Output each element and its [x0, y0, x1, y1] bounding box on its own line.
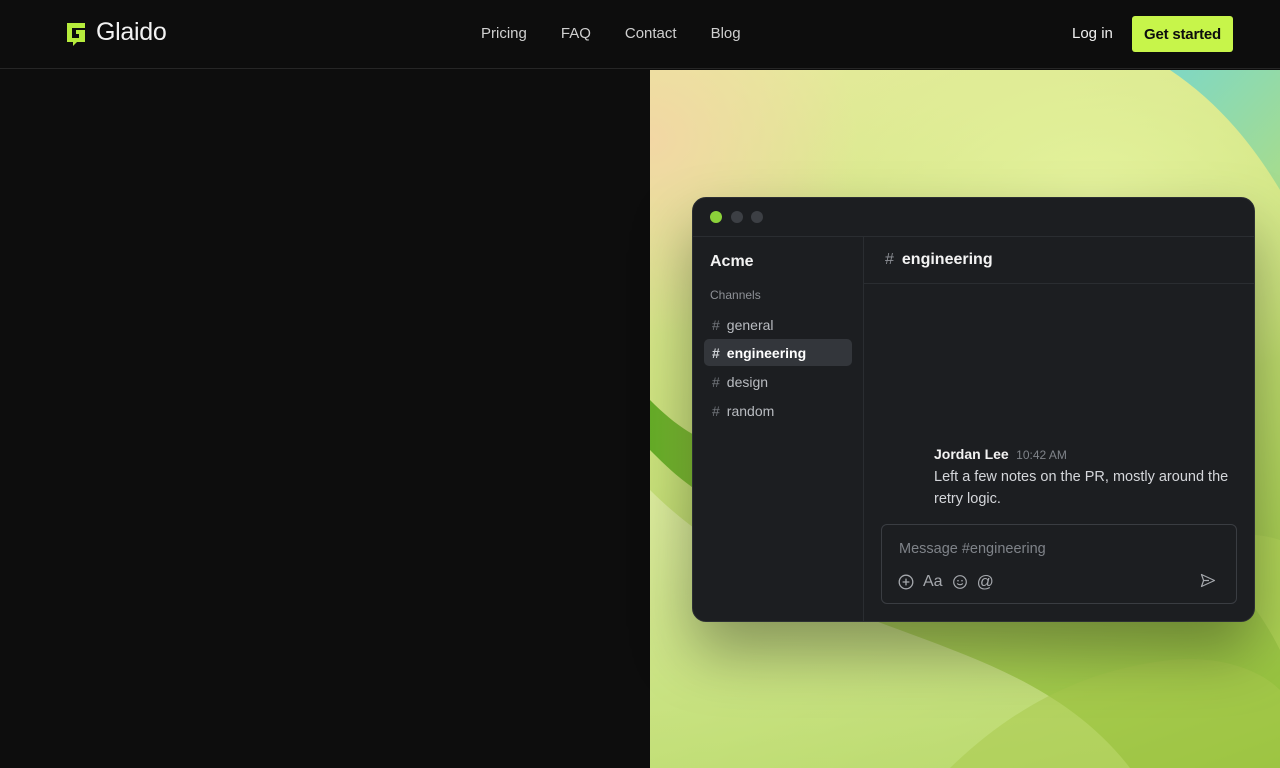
hash-icon: # — [712, 344, 720, 361]
nav-link-contact[interactable]: Contact — [625, 25, 677, 42]
hash-icon: # — [712, 316, 720, 333]
channel-label: design — [726, 373, 769, 390]
text-format-icon[interactable]: Aa — [923, 573, 943, 591]
channel-label: general — [726, 316, 774, 333]
emoji-icon[interactable] — [952, 574, 968, 590]
workspace-name: Acme — [710, 253, 754, 270]
channel-sidebar: Acme Channels # general # engineering # … — [693, 237, 864, 621]
get-started-button[interactable]: Get started — [1132, 16, 1233, 52]
sidebar-item-design[interactable]: # design — [704, 368, 852, 395]
channel-header: # engineering — [864, 237, 1254, 284]
composer-toolbar: Aa @ — [898, 572, 994, 592]
plus-circle-icon[interactable] — [898, 574, 914, 590]
sidebar-item-random[interactable]: # random — [704, 397, 852, 424]
channel-label: engineering — [726, 344, 807, 361]
hash-icon: # — [885, 251, 894, 268]
channel-title: engineering — [901, 251, 993, 268]
send-icon[interactable] — [1200, 573, 1216, 593]
window-dot-icon[interactable] — [751, 211, 763, 223]
hash-icon: # — [712, 402, 720, 419]
window-dot-icon[interactable] — [710, 211, 722, 223]
nav-link-blog[interactable]: Blog — [711, 25, 741, 42]
brand-name: Glaido — [96, 18, 167, 46]
message-composer: Aa @ — [881, 524, 1237, 604]
brand-logo[interactable]: Glaido — [64, 18, 167, 47]
message-text: Left a few notes on the PR, mostly aroun… — [934, 469, 1229, 507]
sidebar-item-engineering[interactable]: # engineering — [704, 339, 852, 366]
message-timestamp: 10:42 AM — [1016, 448, 1067, 462]
main-nav: Pricing FAQ Contact Blog — [481, 25, 741, 42]
hash-icon: # — [712, 373, 720, 390]
message-input[interactable] — [899, 541, 1199, 557]
chat-app-window: Acme Channels # general # engineering # … — [692, 197, 1255, 622]
channels-section-label: Channels — [710, 288, 761, 302]
channel-main-pane: # engineering Jordan Lee 10:42 AM Left a… — [864, 237, 1254, 621]
nav-link-faq[interactable]: FAQ — [561, 25, 591, 42]
mention-icon[interactable]: @ — [977, 572, 994, 592]
sidebar-item-general[interactable]: # general — [704, 311, 852, 338]
window-titlebar — [693, 198, 1254, 237]
hero-left-pane — [0, 70, 650, 768]
channel-label: random — [726, 402, 775, 419]
message-author[interactable]: Jordan Lee — [934, 446, 1009, 462]
nav-link-pricing[interactable]: Pricing — [481, 25, 527, 42]
login-link[interactable]: Log in — [1072, 25, 1113, 42]
message-item: Jordan Lee 10:42 AM Left a few notes on … — [934, 446, 1234, 510]
window-dot-icon[interactable] — [731, 211, 743, 223]
top-navbar: Glaido Pricing FAQ Contact Blog Log in G… — [0, 0, 1280, 69]
glaido-logo-icon — [67, 22, 85, 46]
